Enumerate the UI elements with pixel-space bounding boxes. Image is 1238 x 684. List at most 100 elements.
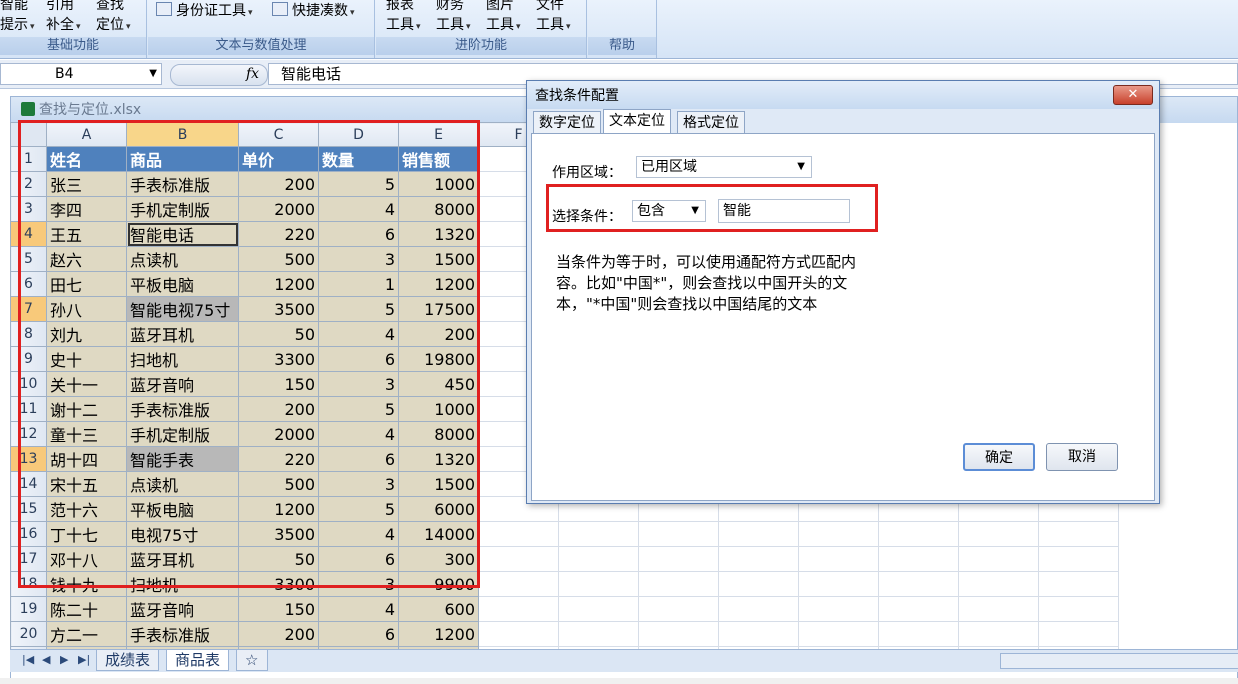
empty-cell[interactable] (638, 546, 719, 572)
table-cell[interactable]: 300 (398, 546, 479, 572)
table-cell[interactable]: 蓝牙耳机 (126, 546, 239, 572)
table-cell[interactable]: 手表标准版 (126, 171, 239, 197)
next-sheet-icon[interactable]: ▶ (60, 653, 68, 666)
table-cell[interactable]: 邓十八 (46, 546, 127, 572)
table-cell[interactable]: 1200 (238, 271, 319, 297)
table-cell[interactable]: 1500 (398, 471, 479, 497)
first-sheet-icon[interactable]: |◀ (22, 653, 34, 666)
table-cell[interactable]: 200 (238, 396, 319, 422)
table-cell[interactable]: 6 (318, 546, 399, 572)
table-cell[interactable]: 2000 (238, 196, 319, 222)
table-cell[interactable]: 3500 (238, 296, 319, 322)
table-cell[interactable]: 蓝牙音响 (126, 371, 239, 397)
empty-cell[interactable] (878, 621, 959, 647)
group-title-help[interactable]: 帮助 (588, 37, 656, 55)
table-cell[interactable]: 点读机 (126, 246, 239, 272)
table-cell[interactable]: 14000 (398, 521, 479, 547)
table-cell[interactable]: 宋十五 (46, 471, 127, 497)
condition-text-input[interactable]: 智能 (718, 199, 850, 223)
table-cell[interactable]: 50 (238, 546, 319, 572)
table-cell[interactable]: 智能电视75寸 (126, 296, 239, 322)
empty-cell[interactable] (558, 571, 639, 597)
table-cell[interactable]: 4 (318, 421, 399, 447)
empty-cell[interactable] (958, 621, 1039, 647)
quick-sum-button[interactable]: 快捷凑数 ▾ (272, 0, 355, 20)
empty-cell[interactable] (558, 621, 639, 647)
empty-cell[interactable] (718, 596, 799, 622)
row-header[interactable]: 14 (10, 471, 47, 497)
row-header[interactable]: 6 (10, 271, 47, 297)
image-tool-button[interactable]: 图片 工具 ▾ (486, 0, 521, 34)
table-cell[interactable]: 1 (318, 271, 399, 297)
table-cell[interactable]: 19800 (398, 346, 479, 372)
table-cell[interactable]: 1200 (238, 496, 319, 522)
table-cell[interactable]: 220 (238, 221, 319, 247)
row-header[interactable]: 15 (10, 496, 47, 522)
table-cell[interactable]: 1320 (398, 446, 479, 472)
scope-select[interactable]: 已用区域 ▼ (636, 156, 812, 178)
ref-complete-button[interactable]: 引用 补全 ▾ (46, 0, 81, 34)
empty-cell[interactable] (718, 546, 799, 572)
prev-sheet-icon[interactable]: ◀ (42, 653, 50, 666)
table-cell[interactable]: 手表标准版 (126, 396, 239, 422)
function-icon[interactable]: fx (246, 66, 259, 82)
empty-cell[interactable] (878, 521, 959, 547)
table-cell[interactable]: 手表标准版 (126, 621, 239, 647)
table-cell[interactable]: 1000 (398, 171, 479, 197)
column-header-c[interactable]: C (238, 122, 319, 147)
empty-cell[interactable] (638, 621, 719, 647)
table-cell[interactable]: 扫地机 (126, 346, 239, 372)
table-cell[interactable]: 6 (318, 346, 399, 372)
row-header[interactable]: 20 (10, 621, 47, 647)
table-cell[interactable]: 平板电脑 (126, 496, 239, 522)
table-cell[interactable]: 500 (238, 246, 319, 272)
column-header-e[interactable]: E (398, 122, 479, 147)
empty-cell[interactable] (958, 596, 1039, 622)
table-cell[interactable]: 5 (318, 396, 399, 422)
horizontal-scrollbar[interactable] (1000, 653, 1238, 669)
empty-cell[interactable] (958, 546, 1039, 572)
table-cell[interactable]: 3 (318, 371, 399, 397)
empty-cell[interactable] (958, 571, 1039, 597)
empty-cell[interactable] (478, 571, 559, 597)
row-header[interactable]: 5 (10, 246, 47, 272)
header-cell[interactable]: 姓名 (46, 146, 127, 172)
table-cell[interactable]: 李四 (46, 196, 127, 222)
id-tool-button[interactable]: 身份证工具 ▾ (156, 0, 253, 20)
table-cell[interactable]: 200 (238, 621, 319, 647)
table-cell[interactable]: 4 (318, 521, 399, 547)
row-header[interactable]: 10 (10, 371, 47, 397)
table-cell[interactable]: 1200 (398, 271, 479, 297)
table-cell[interactable]: 1000 (398, 396, 479, 422)
row-header[interactable]: 11 (10, 396, 47, 422)
table-cell[interactable]: 200 (398, 321, 479, 347)
condition-select[interactable]: 包含 ▼ (632, 200, 706, 222)
empty-cell[interactable] (798, 596, 879, 622)
empty-cell[interactable] (958, 521, 1039, 547)
empty-cell[interactable] (798, 546, 879, 572)
empty-cell[interactable] (1038, 521, 1119, 547)
table-cell[interactable]: 田七 (46, 271, 127, 297)
table-cell[interactable]: 点读机 (126, 471, 239, 497)
table-cell[interactable]: 关十一 (46, 371, 127, 397)
header-cell[interactable]: 数量 (318, 146, 399, 172)
empty-cell[interactable] (718, 521, 799, 547)
column-header-d[interactable]: D (318, 122, 399, 147)
sheet-tab-scores[interactable]: 成绩表 (96, 650, 160, 671)
empty-cell[interactable] (798, 621, 879, 647)
smart-tip-button[interactable]: 智能 提示 ▾ (0, 0, 35, 34)
table-cell[interactable]: 3300 (238, 571, 319, 597)
table-cell[interactable]: 手机定制版 (126, 196, 239, 222)
empty-cell[interactable] (1038, 621, 1119, 647)
row-header[interactable]: 13 (10, 446, 47, 472)
sheet-tab-products[interactable]: 商品表 (166, 650, 230, 671)
row-header[interactable]: 7 (10, 296, 47, 322)
table-cell[interactable]: 谢十二 (46, 396, 127, 422)
table-cell[interactable]: 胡十四 (46, 446, 127, 472)
table-cell[interactable]: 450 (398, 371, 479, 397)
empty-cell[interactable] (718, 571, 799, 597)
row-header[interactable]: 3 (10, 196, 47, 222)
header-cell[interactable]: 单价 (238, 146, 319, 172)
table-cell[interactable]: 3 (318, 471, 399, 497)
empty-cell[interactable] (1038, 546, 1119, 572)
